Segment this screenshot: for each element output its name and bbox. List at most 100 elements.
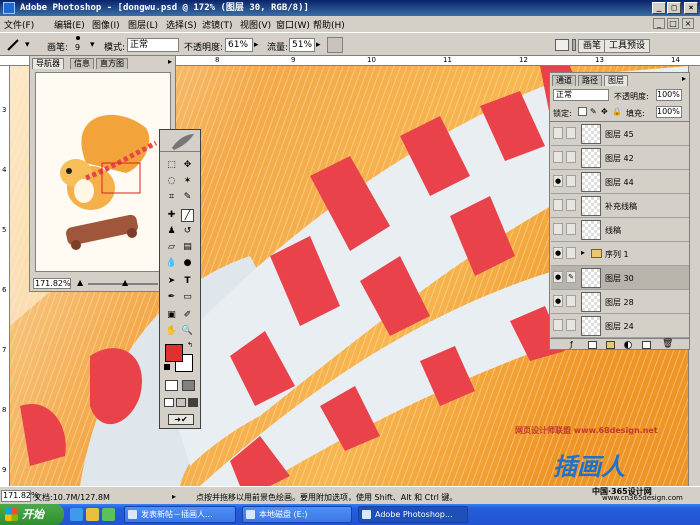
layer-opacity-input[interactable]: 100% [656,89,682,101]
layer-link-icon[interactable] [566,199,576,211]
menu-edit[interactable]: 编辑(E) [54,18,85,31]
layer-row[interactable]: 图层 45 [551,122,689,146]
layer-brush-icon[interactable]: ✎ [566,271,576,283]
lock-all-icon[interactable]: 🔒 [612,107,622,116]
navigator-zoom-value[interactable]: 171.82% [33,278,71,289]
brush-tool-icon-active[interactable]: ╱ [181,209,194,222]
gradient-tool-icon[interactable]: ▤ [181,241,194,254]
layer-visibility-eye-icon[interactable]: ● [553,175,563,187]
menu-select[interactable]: 选择(S) [166,18,197,31]
dock-tab-tool-presets[interactable]: 工具预设 [604,39,651,53]
mode-select[interactable]: 正常 [127,38,179,52]
hand-tool-icon[interactable]: ✋ [165,325,178,338]
jump-to-imageready-icon[interactable]: ➜✔ [168,414,194,425]
layer-row[interactable]: ● ✎ 图层 30 [551,266,689,290]
type-tool-icon[interactable]: T [181,275,194,288]
shape-tool-icon[interactable]: ▭ [181,291,194,304]
eyedropper-tool-icon[interactable]: ✐ [181,309,194,322]
zoom-slider-thumb[interactable]: ▲ [122,278,128,287]
taskbar-button-photoshop[interactable]: Adobe Photoshop... [358,506,468,523]
minimize-button[interactable]: _ [652,2,666,14]
foreground-color-swatch-top[interactable] [165,344,183,362]
layer-link-icon[interactable] [566,127,576,139]
taskbar-button-forum[interactable]: 发表新帖－插画人... [124,506,236,523]
tab-channels[interactable]: 通道 [552,75,576,86]
clone-stamp-tool-icon[interactable]: ♟ [165,225,178,238]
doc-restore-button[interactable]: □ [667,18,679,29]
layer-visibility-eye-icon[interactable] [553,319,563,331]
new-group-icon[interactable] [606,341,615,349]
healing-brush-tool-icon[interactable]: ✚ [165,209,178,222]
lock-position-icon[interactable]: ✥ [601,107,608,116]
layer-row[interactable]: ● 图层 44 [551,170,689,194]
zoom-tool-icon[interactable]: 🔍 [181,325,194,338]
layer-link-icon[interactable] [566,247,576,259]
menu-help[interactable]: 帮助(H) [313,18,345,31]
taskbar-button-drive[interactable]: 本地磁盘 (E:) [242,506,352,523]
tab-navigator[interactable]: 导航器 [32,58,64,69]
status-zoom-input[interactable]: 171.82% [1,490,39,502]
layer-visibility-eye-icon[interactable] [553,199,563,211]
quicklaunch-folder-icon[interactable] [86,508,99,521]
layer-link-icon[interactable] [566,223,576,235]
navigator-preview[interactable] [35,72,171,272]
palette-well-icon[interactable] [572,39,576,51]
eraser-tool-icon[interactable]: ▱ [165,241,178,254]
brush-size-value[interactable]: 9 [75,43,80,52]
lock-image-icon[interactable]: ✎ [590,107,597,116]
panel-menu-arrow-icon[interactable]: ▸ [168,57,172,66]
move-tool-icon[interactable]: ✥ [181,159,194,172]
layer-visibility-eye-icon[interactable]: ● [553,295,563,307]
layer-row[interactable]: ● 图层 28 [551,290,689,314]
layer-link-icon[interactable] [566,295,576,307]
layer-style-icon[interactable]: ƒ [570,340,573,349]
menu-filter[interactable]: 滤镜(T) [202,18,233,31]
swap-colors-icon[interactable]: ↰ [187,341,193,349]
fill-input[interactable]: 100% [656,106,682,118]
flow-arrow-icon[interactable]: ▸ [316,40,321,50]
layer-row[interactable]: 图层 42 [551,146,689,170]
default-colors-icon[interactable] [164,364,170,370]
standard-mode-icon[interactable] [165,380,178,391]
layer-link-icon[interactable] [566,319,576,331]
layer-link-icon[interactable] [566,175,576,187]
menu-image[interactable]: 图像(I) [92,18,120,31]
slice-tool-icon[interactable]: ✎ [181,191,194,204]
brush-picker-arrow-icon[interactable]: ▾ [90,40,95,50]
layer-visibility-eye-icon[interactable]: ● [553,247,563,259]
status-arrow-icon[interactable]: ▸ [172,492,176,501]
blend-mode-select[interactable]: 正常 [553,89,609,101]
new-layer-icon[interactable] [642,341,651,349]
layer-visibility-eye-icon[interactable] [553,223,563,235]
tab-paths[interactable]: 路径 [578,75,602,86]
opacity-input[interactable]: 61% [225,38,253,52]
start-button[interactable]: 开始 [0,504,64,525]
photoshop-app-icon[interactable] [3,2,15,14]
toolbox-header[interactable] [160,130,200,152]
zoom-out-icon[interactable]: ▲ [77,278,83,287]
dodge-tool-icon[interactable]: ● [181,257,194,270]
screen-mode-menu-icon[interactable] [176,398,186,407]
quicklaunch-ie-icon[interactable] [70,508,83,521]
doc-close-button[interactable]: × [682,18,694,29]
panel-menu-arrow-icon[interactable]: ▸ [682,74,686,83]
layer-row[interactable]: 图层 24 [551,314,689,338]
file-browser-icon[interactable] [555,39,569,51]
dock-tab-brushes[interactable]: 画笔 [578,39,607,53]
path-selection-tool-icon[interactable]: ➤ [165,275,178,288]
add-mask-icon[interactable] [588,341,597,349]
notes-tool-icon[interactable]: ▣ [165,309,178,322]
airbrush-icon[interactable] [327,37,343,53]
delete-layer-icon[interactable]: 🗑 [662,339,673,349]
crop-tool-icon[interactable]: ⌗ [165,191,178,204]
menu-view[interactable]: 视图(V) [240,18,271,31]
brush-tool-icon[interactable] [6,38,20,52]
history-brush-tool-icon[interactable]: ↺ [181,225,194,238]
layer-row[interactable]: 线稿 [551,218,689,242]
tab-histogram[interactable]: 直方图 [96,58,128,69]
tab-info[interactable]: 信息 [70,58,94,69]
quick-mask-icon[interactable] [182,380,195,391]
doc-minimize-button[interactable]: _ [653,18,665,29]
layer-visibility-eye-icon[interactable] [553,127,563,139]
layer-row[interactable]: 补充线稿 [551,194,689,218]
